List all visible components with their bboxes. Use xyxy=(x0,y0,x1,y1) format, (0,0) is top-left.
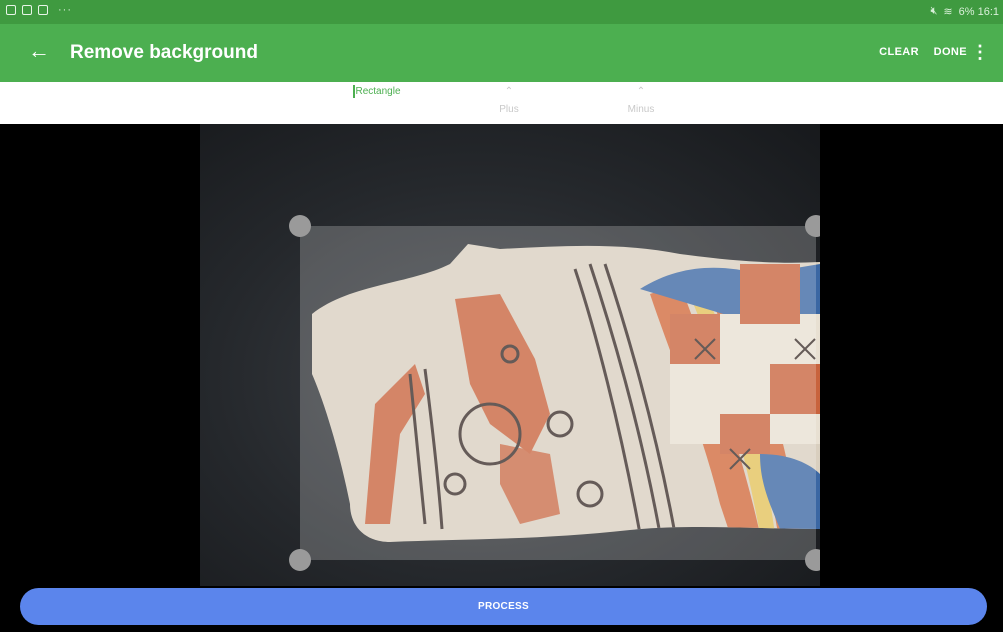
back-arrow-icon[interactable]: ← xyxy=(28,38,50,64)
clear-button[interactable]: CLEAR xyxy=(879,46,919,58)
page-title: Remove background xyxy=(70,42,258,63)
status-right: 🔇︎ ≋ 6% 16:1 xyxy=(930,5,999,18)
tool-rectangle[interactable]: Rectangle xyxy=(337,85,417,98)
status-bar: ··· 🔇︎ ≋ 6% 16:1 xyxy=(0,0,1003,24)
resize-handle-top-left[interactable] xyxy=(289,215,311,237)
sherd-photo xyxy=(200,124,820,586)
battery-time-text: 6% 16:1 xyxy=(958,5,999,18)
app-bar: ← Remove background CLEAR DONE ⋮ xyxy=(0,24,1003,82)
collapse-icon: ⌃ xyxy=(636,86,646,97)
selection-rectangle[interactable] xyxy=(300,226,816,560)
more-vert-icon[interactable]: ⋮ xyxy=(971,42,989,63)
resize-handle-bottom-left[interactable] xyxy=(289,549,311,571)
tool-minus-label: Minus xyxy=(627,104,655,115)
editor-canvas[interactable] xyxy=(0,124,1003,586)
expand-icon: ⌃ xyxy=(504,86,514,97)
image-notification-icon xyxy=(6,5,16,15)
resize-handle-bottom-right[interactable] xyxy=(805,549,820,571)
tool-plus[interactable]: ⌃ Plus xyxy=(469,86,549,115)
file-notification-icon xyxy=(22,5,32,15)
tool-minus[interactable]: ⌃ Minus xyxy=(601,86,681,115)
gallery-notification-icon xyxy=(38,5,48,15)
done-button[interactable]: DONE xyxy=(934,46,967,58)
tool-selector: Rectangle ⌃ Plus ⌃ Minus xyxy=(0,82,1003,124)
resize-handle-top-right[interactable] xyxy=(805,215,820,237)
more-notifications-icon: ··· xyxy=(58,4,72,16)
process-button[interactable]: PROCESS xyxy=(20,588,987,625)
wifi-icon: ≋ xyxy=(943,6,953,18)
status-left-icons: ··· xyxy=(6,4,72,16)
mute-icon: 🔇︎ xyxy=(930,5,938,17)
tool-rectangle-label: Rectangle xyxy=(355,86,401,97)
tool-plus-label: Plus xyxy=(499,104,519,115)
